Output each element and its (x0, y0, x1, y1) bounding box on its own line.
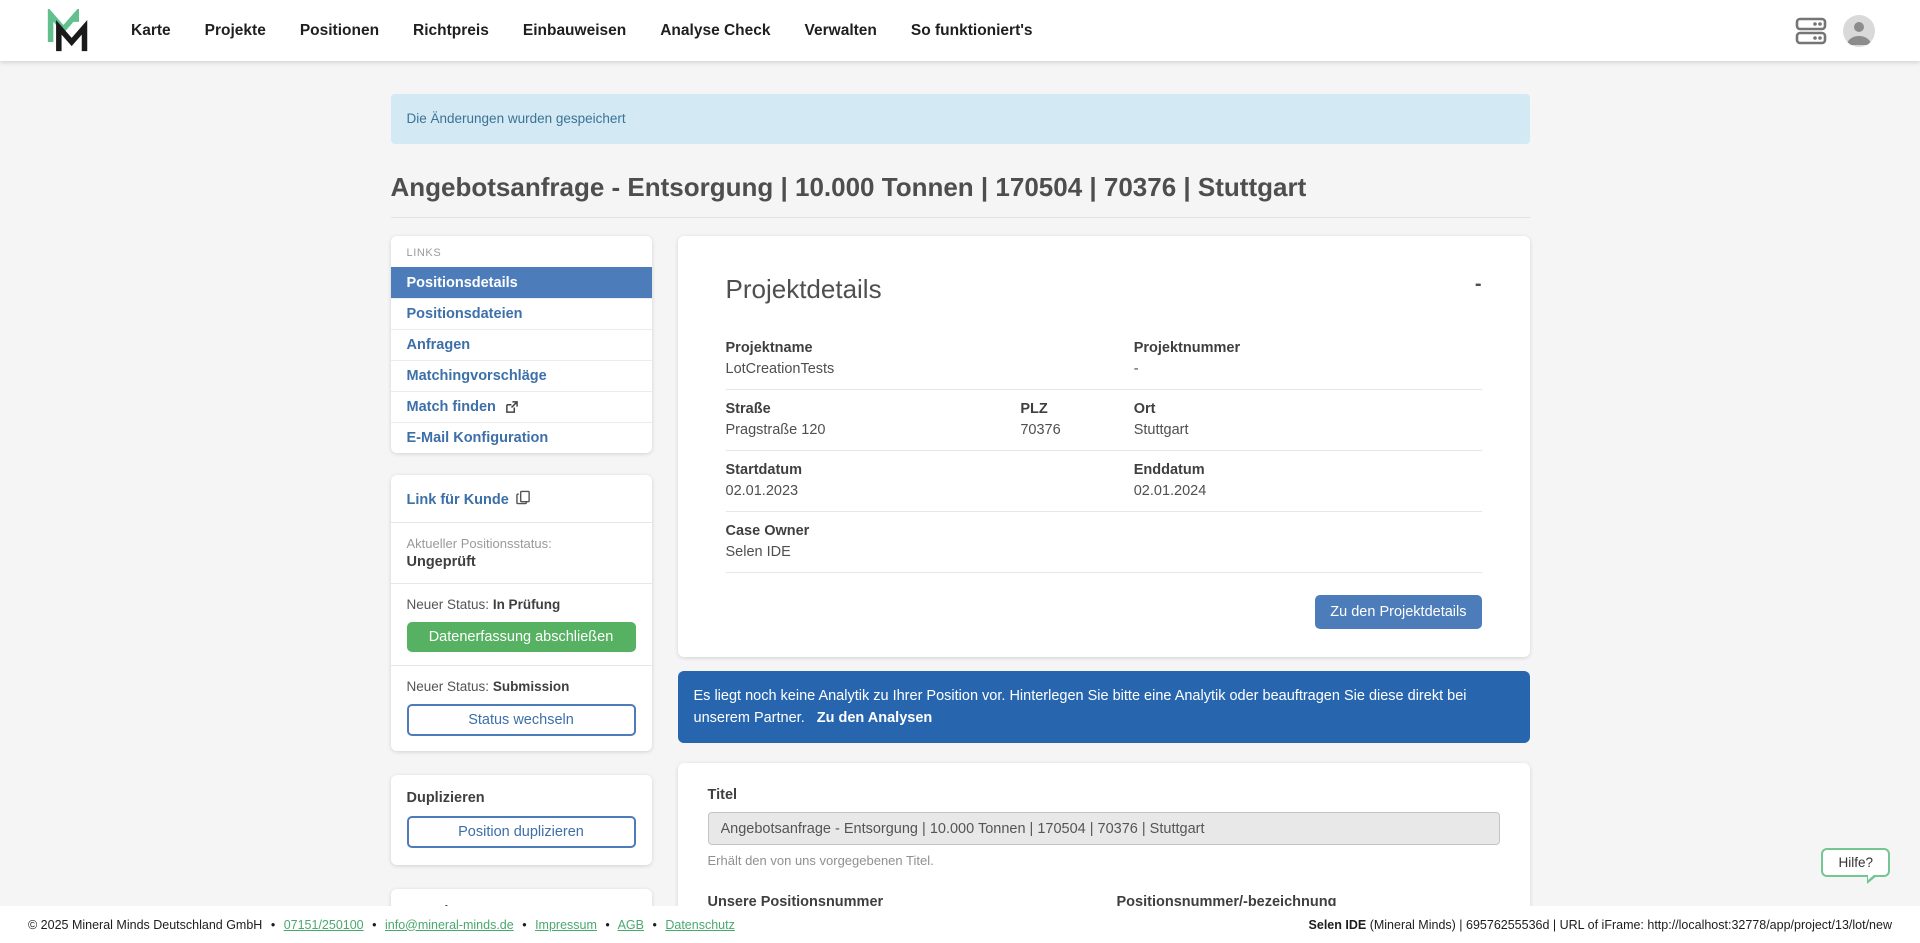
field-label: Straße (726, 399, 1021, 420)
footer: © 2025 Mineral Minds Deutschland GmbH • … (0, 906, 1920, 943)
sidebar-item-positionsdetails[interactable]: Positionsdetails (391, 267, 652, 298)
nav-item-richtpreis[interactable]: Richtpreis (413, 22, 489, 40)
footer-link-datenschutz[interactable]: Datenschutz (665, 918, 734, 932)
footer-left: © 2025 Mineral Minds Deutschland GmbH • … (28, 918, 735, 932)
main-content: Die Änderungen wurden gespeichert Angebo… (0, 61, 1920, 906)
new-status-1: Neuer Status: In Prüfung (407, 597, 636, 612)
help-button[interactable]: Hilfe? (1821, 848, 1890, 877)
footer-link-phone[interactable]: 07151/250100 (284, 918, 364, 932)
server-icon[interactable] (1795, 16, 1827, 46)
sidebar-item-matchingvorschlaege[interactable]: Matchingvorschläge (391, 360, 652, 391)
project-details-grid: Projektname LotCreationTests Projektnumm… (726, 329, 1482, 573)
analytics-banner: Es liegt noch keine Analytik zu Ihrer Po… (678, 671, 1530, 743)
duplicate-card-title: Duplizieren (407, 790, 636, 806)
current-status-label: Aktueller Positionsstatus: (407, 536, 636, 551)
copy-icon[interactable] (516, 490, 531, 509)
nav-item-einbauweisen[interactable]: Einbauweisen (523, 22, 626, 40)
customer-link-label: Link für Kunde (407, 492, 509, 508)
footer-session-info: Selen IDE (Mineral Minds) | 69576255536d… (1309, 918, 1892, 932)
page-title: Angebotsanfrage - Entsorgung | 10.000 To… (391, 171, 1530, 218)
positionsnummer-label: Positionsnummer/-bezeichnung (1117, 894, 1500, 906)
sidebar-item-label: E-Mail Konfiguration (407, 430, 549, 446)
duplicate-card: Duplizieren Position duplizieren (391, 775, 652, 865)
field-value: LotCreationTests (726, 359, 1134, 380)
complete-data-entry-button[interactable]: Datenerfassung abschließen (407, 622, 636, 652)
field-value: - (1134, 359, 1482, 380)
top-navbar: Karte Projekte Positionen Richtpreis Ein… (0, 0, 1920, 61)
sidebar-item-label: Match finden (407, 399, 496, 415)
content-column: Projektdetails - Projektname LotCreation… (678, 236, 1530, 906)
nav-item-so-funktionierts[interactable]: So funktioniert's (911, 22, 1033, 40)
current-status-value: Ungeprüft (407, 554, 636, 570)
footer-link-agb[interactable]: AGB (618, 918, 644, 932)
footer-link-email[interactable]: info@mineral-minds.de (385, 918, 514, 932)
links-card: LINKS Positionsdetails Positionsdateien … (391, 236, 652, 453)
field-label: Projektname (726, 338, 1134, 359)
user-avatar-icon[interactable] (1843, 15, 1875, 47)
footer-session-text: (Mineral Minds) | 69576255536d | URL of … (1366, 918, 1892, 932)
new-status-2: Neuer Status: Submission (407, 679, 636, 694)
sidebar-item-anfragen[interactable]: Anfragen (391, 329, 652, 360)
customer-link[interactable]: Link für Kunde (407, 490, 531, 509)
sidebar-item-label: Positionsdateien (407, 306, 523, 322)
go-to-analyses-link[interactable]: Zu den Analysen (817, 710, 932, 726)
field-value: Selen IDE (726, 542, 1482, 563)
nav-item-karte[interactable]: Karte (131, 22, 171, 40)
sidebar-item-positionsdateien[interactable]: Positionsdateien (391, 298, 652, 329)
links-card-header: LINKS (391, 236, 652, 267)
switch-status-button[interactable]: Status wechseln (407, 704, 636, 736)
nav-item-verwalten[interactable]: Verwalten (805, 22, 877, 40)
go-to-project-details-button[interactable]: Zu den Projektdetails (1315, 595, 1481, 629)
copyright-text: © 2025 Mineral Minds Deutschland GmbH (28, 918, 262, 932)
titel-input (708, 812, 1500, 845)
nav-item-projekte[interactable]: Projekte (205, 22, 266, 40)
field-label: Enddatum (1134, 460, 1482, 481)
sidebar-item-label: Anfragen (407, 337, 471, 353)
mineral-minds-logo-icon[interactable] (45, 9, 91, 53)
navbar-right (1795, 15, 1875, 47)
field-value: 70376 (1020, 420, 1133, 441)
field-label: Startdatum (726, 460, 1134, 481)
project-details-card: Projektdetails - Projektname LotCreation… (678, 236, 1530, 657)
nav-item-positionen[interactable]: Positionen (300, 22, 379, 40)
project-details-title: Projektdetails (726, 274, 882, 305)
sidebar-item-email-konfiguration[interactable]: E-Mail Konfiguration (391, 422, 652, 453)
field-value: Stuttgart (1134, 420, 1482, 441)
sidebar-item-label: Matchingvorschläge (407, 368, 547, 384)
field-label: Ort (1134, 399, 1482, 420)
left-sidebar: LINKS Positionsdetails Positionsdateien … (391, 236, 652, 906)
analytics-banner-text: Es liegt noch keine Analytik zu Ihrer Po… (694, 688, 1467, 726)
main-navigation: Karte Projekte Positionen Richtpreis Ein… (131, 22, 1033, 40)
field-value: 02.01.2023 (726, 481, 1134, 502)
cancel-card: Stornieren Stornieren (391, 889, 652, 906)
minus-icon[interactable]: - (1475, 274, 1482, 294)
titel-label: Titel (708, 787, 1500, 803)
saved-alert: Die Änderungen wurden gespeichert (391, 94, 1530, 144)
duplicate-position-button[interactable]: Position duplizieren (407, 816, 636, 848)
field-value: Pragstraße 120 (726, 420, 1021, 441)
field-label: Case Owner (726, 521, 1482, 542)
position-form-card: Titel Erhält den von uns vorgegebenen Ti… (678, 763, 1530, 906)
sidebar-item-match-finden[interactable]: Match finden (391, 391, 652, 422)
field-value: 02.01.2024 (1134, 481, 1482, 502)
status-card: Link für Kunde Aktueller Positionsstatus… (391, 475, 652, 751)
titel-helper: Erhält den von uns vorgegebenen Titel. (708, 853, 1500, 868)
sidebar-item-label: Positionsdetails (407, 275, 518, 291)
footer-user: Selen IDE (1309, 918, 1367, 932)
nav-item-analyse-check[interactable]: Analyse Check (660, 22, 770, 40)
footer-link-impressum[interactable]: Impressum (535, 918, 597, 932)
field-label: Projektnummer (1134, 338, 1482, 359)
external-link-icon (505, 401, 518, 414)
unsere-positionsnummer-label: Unsere Positionsnummer (708, 894, 1091, 906)
field-label: PLZ (1020, 399, 1133, 420)
